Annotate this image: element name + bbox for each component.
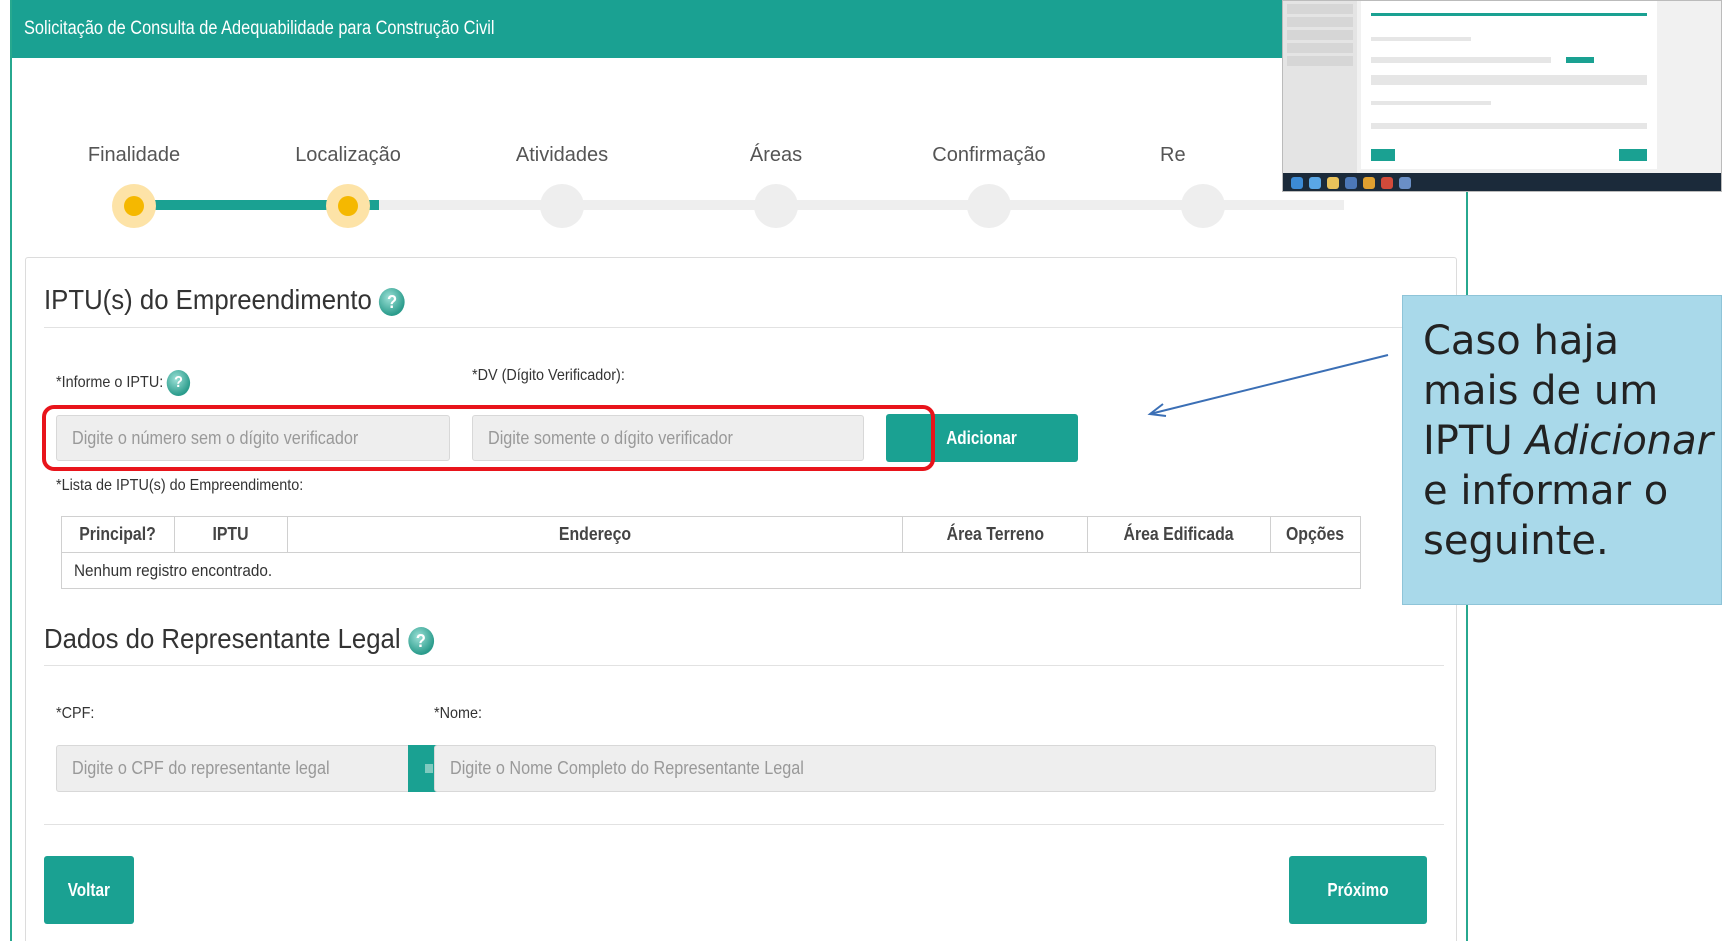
callout-line-italic: Adicionar xyxy=(1525,418,1714,464)
step-dot-localizacao[interactable] xyxy=(326,184,370,228)
column-header-iptu-text: IPTU xyxy=(212,524,250,544)
next-button-label: Próximo xyxy=(1327,880,1389,900)
divider xyxy=(44,327,1444,328)
callout-line-prefix: IPTU xyxy=(1423,418,1526,464)
page-title: Solicitação de Consulta de Adequabilidad… xyxy=(24,18,495,39)
callout-text: Caso haja mais de um IPTU Adicionar e in… xyxy=(1423,316,1713,566)
next-button[interactable]: Próximo xyxy=(1289,856,1427,924)
taskbar-icon xyxy=(1345,177,1357,189)
thumbnail-line xyxy=(1371,123,1647,129)
dv-input[interactable]: Digite somente o dígito verificador xyxy=(472,415,864,461)
step-dot-atividades[interactable] xyxy=(540,184,584,228)
iptu-section-title-text: IPTU(s) do Empreendimento xyxy=(44,284,372,315)
legal-section-title: Dados do Representante Legal? xyxy=(44,623,434,655)
app-header: Solicitação de Consulta de Adequabilidad… xyxy=(12,0,1466,58)
help-icon[interactable]: ? xyxy=(407,626,434,655)
taskbar-icon xyxy=(1309,177,1321,189)
app-window: Solicitação de Consulta de Adequabilidad… xyxy=(10,0,1468,941)
thumbnail-button xyxy=(1619,149,1647,161)
column-header-opcoes-text: Opções xyxy=(1286,524,1345,544)
empty-table-message: Nenhum registro encontrado. xyxy=(61,552,1361,589)
taskbar-icon xyxy=(1363,177,1375,189)
step-dot-finalidade[interactable] xyxy=(112,184,156,228)
help-icon[interactable]: ? xyxy=(166,370,191,396)
column-header-area-terreno-text: Área Terreno xyxy=(946,524,1044,544)
cpf-input-placeholder: Digite o CPF do representante legal xyxy=(72,758,330,778)
step-label-areas: Áreas xyxy=(749,144,803,166)
thumbnail-taskbar xyxy=(1283,173,1721,191)
wizard-stepper: Finalidade Localização Atividades Áreas … xyxy=(12,130,1466,230)
column-header-iptu[interactable]: IPTU xyxy=(174,516,288,553)
step-dot-resultado[interactable] xyxy=(1181,184,1225,228)
thumbnail-sidebar xyxy=(1283,1,1357,173)
iptu-label-text: *Informe o IPTU: xyxy=(56,374,164,392)
form-panel xyxy=(25,257,1457,941)
dv-input-placeholder: Digite somente o dígito verificador xyxy=(488,428,733,448)
thumbnail-line xyxy=(1371,57,1551,63)
callout-line: IPTU Adicionar xyxy=(1423,416,1713,466)
name-input[interactable]: Digite o Nome Completo do Representante … xyxy=(434,745,1436,792)
iptu-input[interactable]: Digite o número sem o dígito verificador xyxy=(56,415,450,461)
iptu-label: *Informe o IPTU:? xyxy=(56,370,191,396)
thumbnail-progress xyxy=(1371,13,1647,16)
instruction-callout: Caso haja mais de um IPTU Adicionar e in… xyxy=(1402,295,1722,605)
thumbnail-button xyxy=(1371,149,1395,161)
callout-line: mais de um xyxy=(1423,368,1659,414)
thumbnail-line xyxy=(1371,101,1491,105)
iptu-table: Principal? IPTU Endereço Área Terreno Ár… xyxy=(61,516,1361,589)
iptu-section-title: IPTU(s) do Empreendimento? xyxy=(44,284,405,316)
thumbnail-table xyxy=(1371,75,1647,85)
name-label: *Nome: xyxy=(434,705,483,722)
taskbar-icon xyxy=(1399,177,1411,189)
dv-label: *DV (Dígito Verificador): xyxy=(472,367,625,384)
back-button[interactable]: Voltar xyxy=(44,856,134,924)
help-icon[interactable]: ? xyxy=(379,287,405,316)
column-header-endereco[interactable]: Endereço xyxy=(287,516,903,553)
column-header-area-terreno[interactable]: Área Terreno xyxy=(902,516,1088,553)
thumbnail-button xyxy=(1566,57,1594,63)
column-header-area-edificada-text: Área Edificada xyxy=(1123,524,1235,544)
table-header-row: Principal? IPTU Endereço Área Terreno Ár… xyxy=(61,516,1361,553)
taskbar-icon xyxy=(1291,177,1303,189)
column-header-area-edificada[interactable]: Área Edificada xyxy=(1087,516,1271,553)
cpf-label: *CPF: xyxy=(56,705,95,722)
back-button-label: Voltar xyxy=(67,880,111,900)
column-header-principal[interactable]: Principal? xyxy=(61,516,175,553)
name-input-placeholder: Digite o Nome Completo do Representante … xyxy=(450,758,804,778)
column-header-principal-text: Principal? xyxy=(79,524,157,544)
iptu-input-placeholder: Digite o número sem o dígito verificador xyxy=(72,428,359,448)
empty-table-message-text: Nenhum registro encontrado. xyxy=(74,560,273,580)
divider xyxy=(44,665,1444,666)
column-header-endereco-text: Endereço xyxy=(558,524,632,544)
callout-line: seguinte. xyxy=(1423,518,1609,564)
step-label-resultado: Re xyxy=(1160,144,1186,166)
thumbnail-main xyxy=(1361,1,1657,169)
table-row: Nenhum registro encontrado. xyxy=(61,552,1361,589)
legal-section-title-text: Dados do Representante Legal xyxy=(44,623,401,654)
step-label-finalidade: Finalidade xyxy=(87,144,181,166)
callout-line: e informar o xyxy=(1423,468,1669,514)
step-label-localizacao: Localização xyxy=(295,144,401,166)
cpf-input[interactable]: Digite o CPF do representante legal xyxy=(56,745,410,792)
step-dot-confirmacao[interactable] xyxy=(967,184,1011,228)
step-label-confirmacao: Confirmação xyxy=(932,144,1046,166)
column-header-opcoes: Opções xyxy=(1270,516,1361,553)
step-dot-areas[interactable] xyxy=(754,184,798,228)
add-iptu-button-label: Adicionar xyxy=(946,428,1018,448)
inset-screenshot-thumbnail xyxy=(1282,0,1722,192)
callout-line: Caso haja xyxy=(1423,318,1619,364)
taskbar-icon xyxy=(1327,177,1339,189)
thumbnail-line xyxy=(1371,37,1471,41)
step-label-atividades: Atividades xyxy=(515,144,609,166)
divider xyxy=(44,824,1444,825)
taskbar-icon xyxy=(1381,177,1393,189)
iptu-list-label: *Lista de IPTU(s) do Empreendimento: xyxy=(56,477,304,494)
add-iptu-button[interactable]: Adicionar xyxy=(886,414,1078,462)
